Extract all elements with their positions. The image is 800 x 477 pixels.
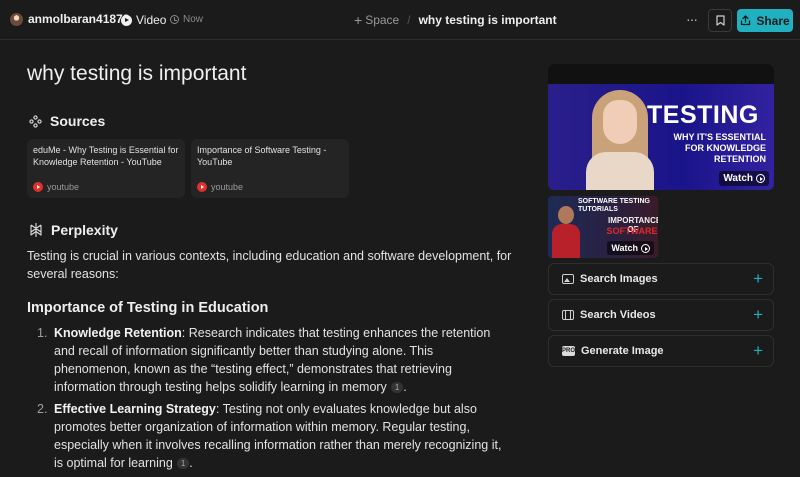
search-videos-button[interactable]: Search Videos + <box>548 299 774 331</box>
play-circle-icon <box>121 14 132 26</box>
sources-heading: Sources <box>29 113 105 129</box>
watch-label: Watch <box>723 173 753 184</box>
breadcrumb-separator: / <box>407 13 411 27</box>
thumbnail-mid-text-2: SOFTWARE <box>606 226 658 236</box>
bookmark-button[interactable] <box>708 9 732 32</box>
list-term: Knowledge Retention <box>54 326 182 340</box>
action-label: Search Videos <box>580 309 656 321</box>
generate-image-button[interactable]: PRO Generate Image + <box>548 335 774 367</box>
citation-badge[interactable]: 1 <box>176 458 190 469</box>
video-type-tag: Video <box>121 13 166 27</box>
youtube-icon <box>197 182 207 192</box>
page-title: why testing is important <box>27 62 247 85</box>
action-label: Generate Image <box>581 345 664 357</box>
play-icon <box>641 243 650 253</box>
timestamp-label: Now <box>183 14 204 25</box>
share-icon <box>741 15 751 26</box>
video-headline: TESTING <box>647 101 759 129</box>
watch-button[interactable]: Watch <box>719 171 769 186</box>
pro-icon: PRO <box>562 346 576 356</box>
list-item: 2. Effective Learning Strategy: Testing … <box>37 400 512 472</box>
source-meta: youtube <box>197 182 243 192</box>
citation-badge[interactable]: 1 <box>390 382 404 393</box>
source-meta: youtube <box>33 182 79 192</box>
breadcrumb: + Space / why testing is important <box>354 13 557 27</box>
youtube-icon <box>33 182 43 192</box>
answer-subheading: Importance of Testing in Education <box>27 300 269 316</box>
avatar <box>10 12 23 26</box>
source-card[interactable]: eduMe - Why Testing is Essential for Kno… <box>27 139 185 198</box>
plus-icon: + <box>753 269 763 288</box>
top-bar: anmolbaran41878 Video Now + Space / why … <box>0 0 800 40</box>
video-icon <box>562 310 574 320</box>
list-text: Effective Learning Strategy: Testing not… <box>54 400 512 472</box>
play-icon <box>756 174 765 183</box>
space-label: Space <box>365 13 400 27</box>
perplexity-logo-icon <box>30 223 42 237</box>
video-main[interactable]: TESTING WHY IT'S ESSENTIAL FOR KNOWLEDGE… <box>548 64 774 190</box>
video-thumbnail[interactable]: SOFTWARE TESTING TUTORIALS IMPORTANCE OF… <box>548 196 658 258</box>
action-label: Search Images <box>580 273 658 285</box>
answer-heading: Perplexity <box>29 222 118 238</box>
watch-button[interactable]: Watch <box>607 241 654 255</box>
source-title: eduMe - Why Testing is Essential for Kno… <box>33 145 179 167</box>
share-label: Share <box>756 13 790 28</box>
search-images-button[interactable]: Search Images + <box>548 263 774 295</box>
clock-icon <box>170 15 179 24</box>
thumbnail-top-text: SOFTWARE TESTING TUTORIALS <box>578 198 650 213</box>
source-title: Importance of Software Testing - YouTube <box>197 145 327 167</box>
answer-label: Perplexity <box>51 222 118 238</box>
list-number: 2. <box>37 402 48 416</box>
list-number: 1. <box>37 326 48 340</box>
share-button[interactable]: Share <box>737 9 793 32</box>
add-to-space-button[interactable]: + Space <box>354 13 399 27</box>
plus-icon: + <box>753 341 763 360</box>
source-card[interactable]: Importance of Software Testing - YouTube… <box>191 139 349 198</box>
plus-icon: + <box>354 12 363 28</box>
presenter-image <box>552 206 580 258</box>
source-site: youtube <box>211 182 244 192</box>
watch-label: Watch <box>611 243 638 253</box>
list-end: . <box>189 456 193 470</box>
source-site: youtube <box>47 182 80 192</box>
user-profile[interactable]: anmolbaran41878 <box>10 12 129 26</box>
thread-title[interactable]: why testing is important <box>419 13 557 27</box>
video-subtitle: WHY IT'S ESSENTIAL FOR KNOWLEDGE RETENTI… <box>673 132 766 164</box>
sources-label: Sources <box>50 113 106 129</box>
image-icon <box>562 274 574 284</box>
plus-icon: + <box>753 305 763 324</box>
list-text: Knowledge Retention: Research indicates … <box>54 324 512 396</box>
list-term: Effective Learning Strategy <box>54 402 216 416</box>
list-end: . <box>403 380 407 394</box>
list-item: 1. Knowledge Retention: Research indicat… <box>37 324 512 396</box>
sources-icon <box>29 114 42 128</box>
answer-intro: Testing is crucial in various contexts, … <box>27 249 512 281</box>
bookmark-icon <box>715 15 725 26</box>
more-options-icon[interactable]: ··· <box>686 11 698 27</box>
video-type-label: Video <box>136 13 167 27</box>
presenter-image <box>586 90 654 190</box>
username: anmolbaran41878 <box>28 12 130 26</box>
timestamp: Now <box>170 14 203 25</box>
